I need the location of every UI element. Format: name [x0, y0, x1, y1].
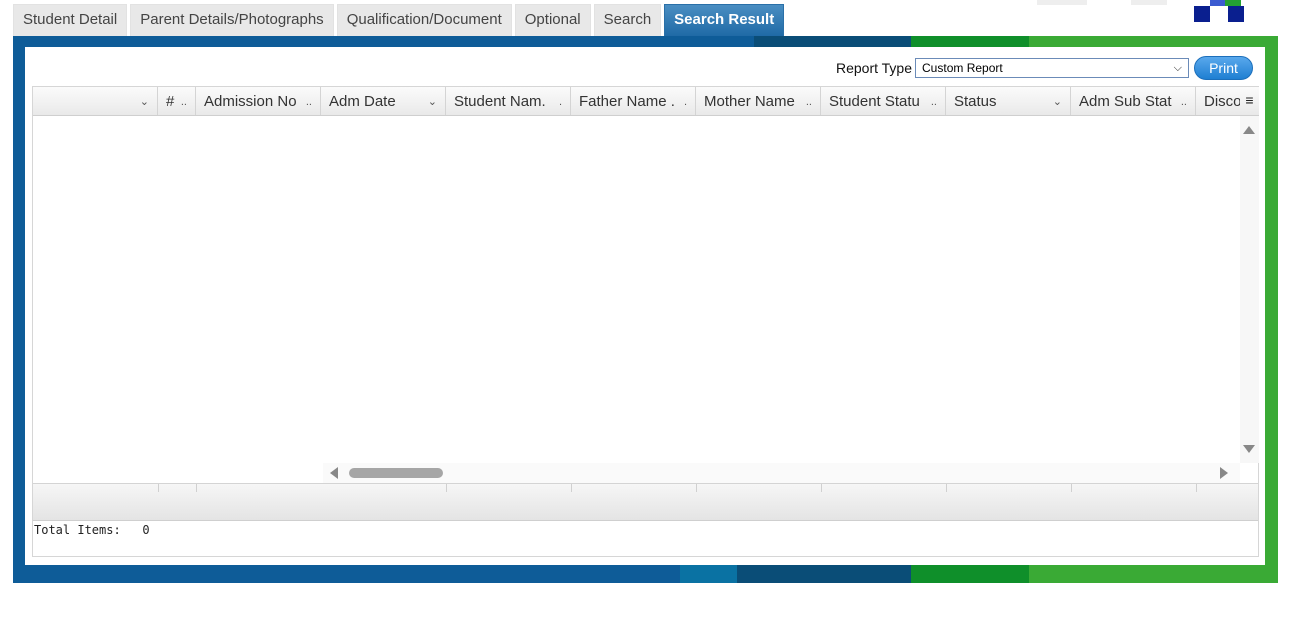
chevron-down-icon[interactable]: ⌄ — [140, 95, 149, 108]
column-header-father-name[interactable]: Father Name . . — [571, 87, 696, 115]
total-items-spacer — [128, 523, 135, 537]
column-header-adm-sub-status[interactable]: Adm Sub Stat .. — [1071, 87, 1196, 115]
column-header-select[interactable]: ⌄ — [33, 87, 158, 115]
vertical-scrollbar[interactable] — [1240, 116, 1259, 463]
footer-divider — [946, 484, 947, 492]
report-type-value: Custom Report — [922, 61, 1003, 75]
frame-accent-bottom — [911, 565, 1029, 583]
column-header-admission-no[interactable]: Admission No .. — [196, 87, 321, 115]
column-header-label: Adm Date — [329, 93, 396, 110]
sort-icon[interactable]: . — [559, 96, 562, 108]
column-header-label: Mother Name — [704, 93, 795, 110]
total-items-label: Total Items: — [34, 523, 121, 537]
horizontal-scroll-thumb[interactable] — [349, 468, 443, 478]
column-header-label: Disco — [1204, 93, 1240, 110]
results-grid: ⌄ # .. Admission No .. Adm Date ⌄ Studen… — [32, 86, 1259, 557]
report-type-select[interactable]: Custom Report ⌵ — [915, 58, 1190, 78]
column-header-mother-name[interactable]: Mother Name .. — [696, 87, 821, 115]
tab-search[interactable]: Search — [593, 4, 662, 36]
tab-student-detail[interactable]: Student Detail — [13, 4, 128, 36]
frame-accent-bottom — [680, 565, 737, 583]
chevron-down-icon[interactable]: ⌄ — [428, 95, 437, 108]
frame-accent-top — [1029, 36, 1278, 47]
frame-accent-top — [754, 36, 911, 47]
grid-header: ⌄ # .. Admission No .. Adm Date ⌄ Studen… — [33, 87, 1240, 116]
column-header-student-name[interactable]: Student Nam. . — [446, 87, 571, 115]
total-items: Total Items: 0 — [34, 523, 150, 537]
tab-search-result[interactable]: Search Result — [664, 4, 785, 36]
frame-accent-right — [1265, 36, 1278, 583]
column-header-label: Student Nam. — [454, 93, 546, 110]
tab-bar: Student Detail Parent Details/Photograph… — [13, 4, 787, 36]
sort-icon[interactable]: .. — [181, 96, 187, 108]
footer-divider — [821, 484, 822, 492]
chevron-down-icon[interactable]: ⌄ — [1053, 95, 1062, 108]
tab-parent-details[interactable]: Parent Details/Photographs — [130, 4, 334, 36]
column-header-label: Adm Sub Stat — [1079, 93, 1172, 110]
scroll-right-icon[interactable] — [1220, 467, 1228, 479]
frame-accent-top — [911, 36, 1029, 47]
footer-divider — [571, 484, 572, 492]
frame-accent-bottom — [737, 565, 911, 583]
hamburger-icon: ≡ — [1245, 92, 1254, 108]
scroll-left-icon[interactable] — [330, 467, 338, 479]
footer-divider — [696, 484, 697, 492]
header-fragment — [1131, 0, 1167, 5]
sort-icon[interactable]: .. — [306, 96, 312, 108]
frame-accent-bottom — [1029, 565, 1278, 583]
column-header-label: Admission No — [204, 93, 297, 110]
sort-icon[interactable]: .. — [1181, 96, 1187, 108]
column-menu-button[interactable]: ≡ — [1240, 87, 1259, 116]
grid-footer-row — [33, 483, 1258, 521]
sort-icon[interactable]: . — [684, 96, 687, 108]
footer-divider — [158, 484, 159, 492]
report-type-row: Report Type Custom Report ⌵ — [836, 55, 1190, 81]
header-fragment — [1037, 0, 1087, 5]
footer-divider — [1071, 484, 1072, 492]
column-header-student-status[interactable]: Student Statu .. — [821, 87, 946, 115]
column-header-label: Status — [954, 93, 997, 110]
column-header-label: Student Statu — [829, 93, 920, 110]
print-button[interactable]: Print — [1194, 56, 1253, 80]
column-header-disco[interactable]: Disco — [1196, 87, 1240, 115]
footer-divider — [446, 484, 447, 492]
column-header-status[interactable]: Status ⌄ — [946, 87, 1071, 115]
column-header-adm-date[interactable]: Adm Date ⌄ — [321, 87, 446, 115]
tab-optional[interactable]: Optional — [514, 4, 591, 36]
scroll-up-icon[interactable] — [1243, 126, 1255, 134]
sort-icon[interactable]: .. — [806, 96, 812, 108]
footer-divider — [1196, 484, 1197, 492]
footer-divider — [196, 484, 197, 492]
scroll-down-icon[interactable] — [1243, 445, 1255, 453]
column-header-label: # — [166, 93, 175, 110]
tab-qualification-document[interactable]: Qualification/Document — [336, 4, 512, 36]
total-items-value: 0 — [142, 523, 150, 537]
column-header-number[interactable]: # .. — [158, 87, 196, 115]
chevron-down-icon: ⌵ — [1173, 61, 1183, 74]
logo-icon — [1194, 0, 1246, 22]
sort-icon[interactable]: .. — [931, 96, 937, 108]
column-header-label: Father Name . — [579, 93, 675, 110]
report-type-label: Report Type — [836, 60, 913, 76]
horizontal-scrollbar[interactable] — [323, 463, 1240, 483]
